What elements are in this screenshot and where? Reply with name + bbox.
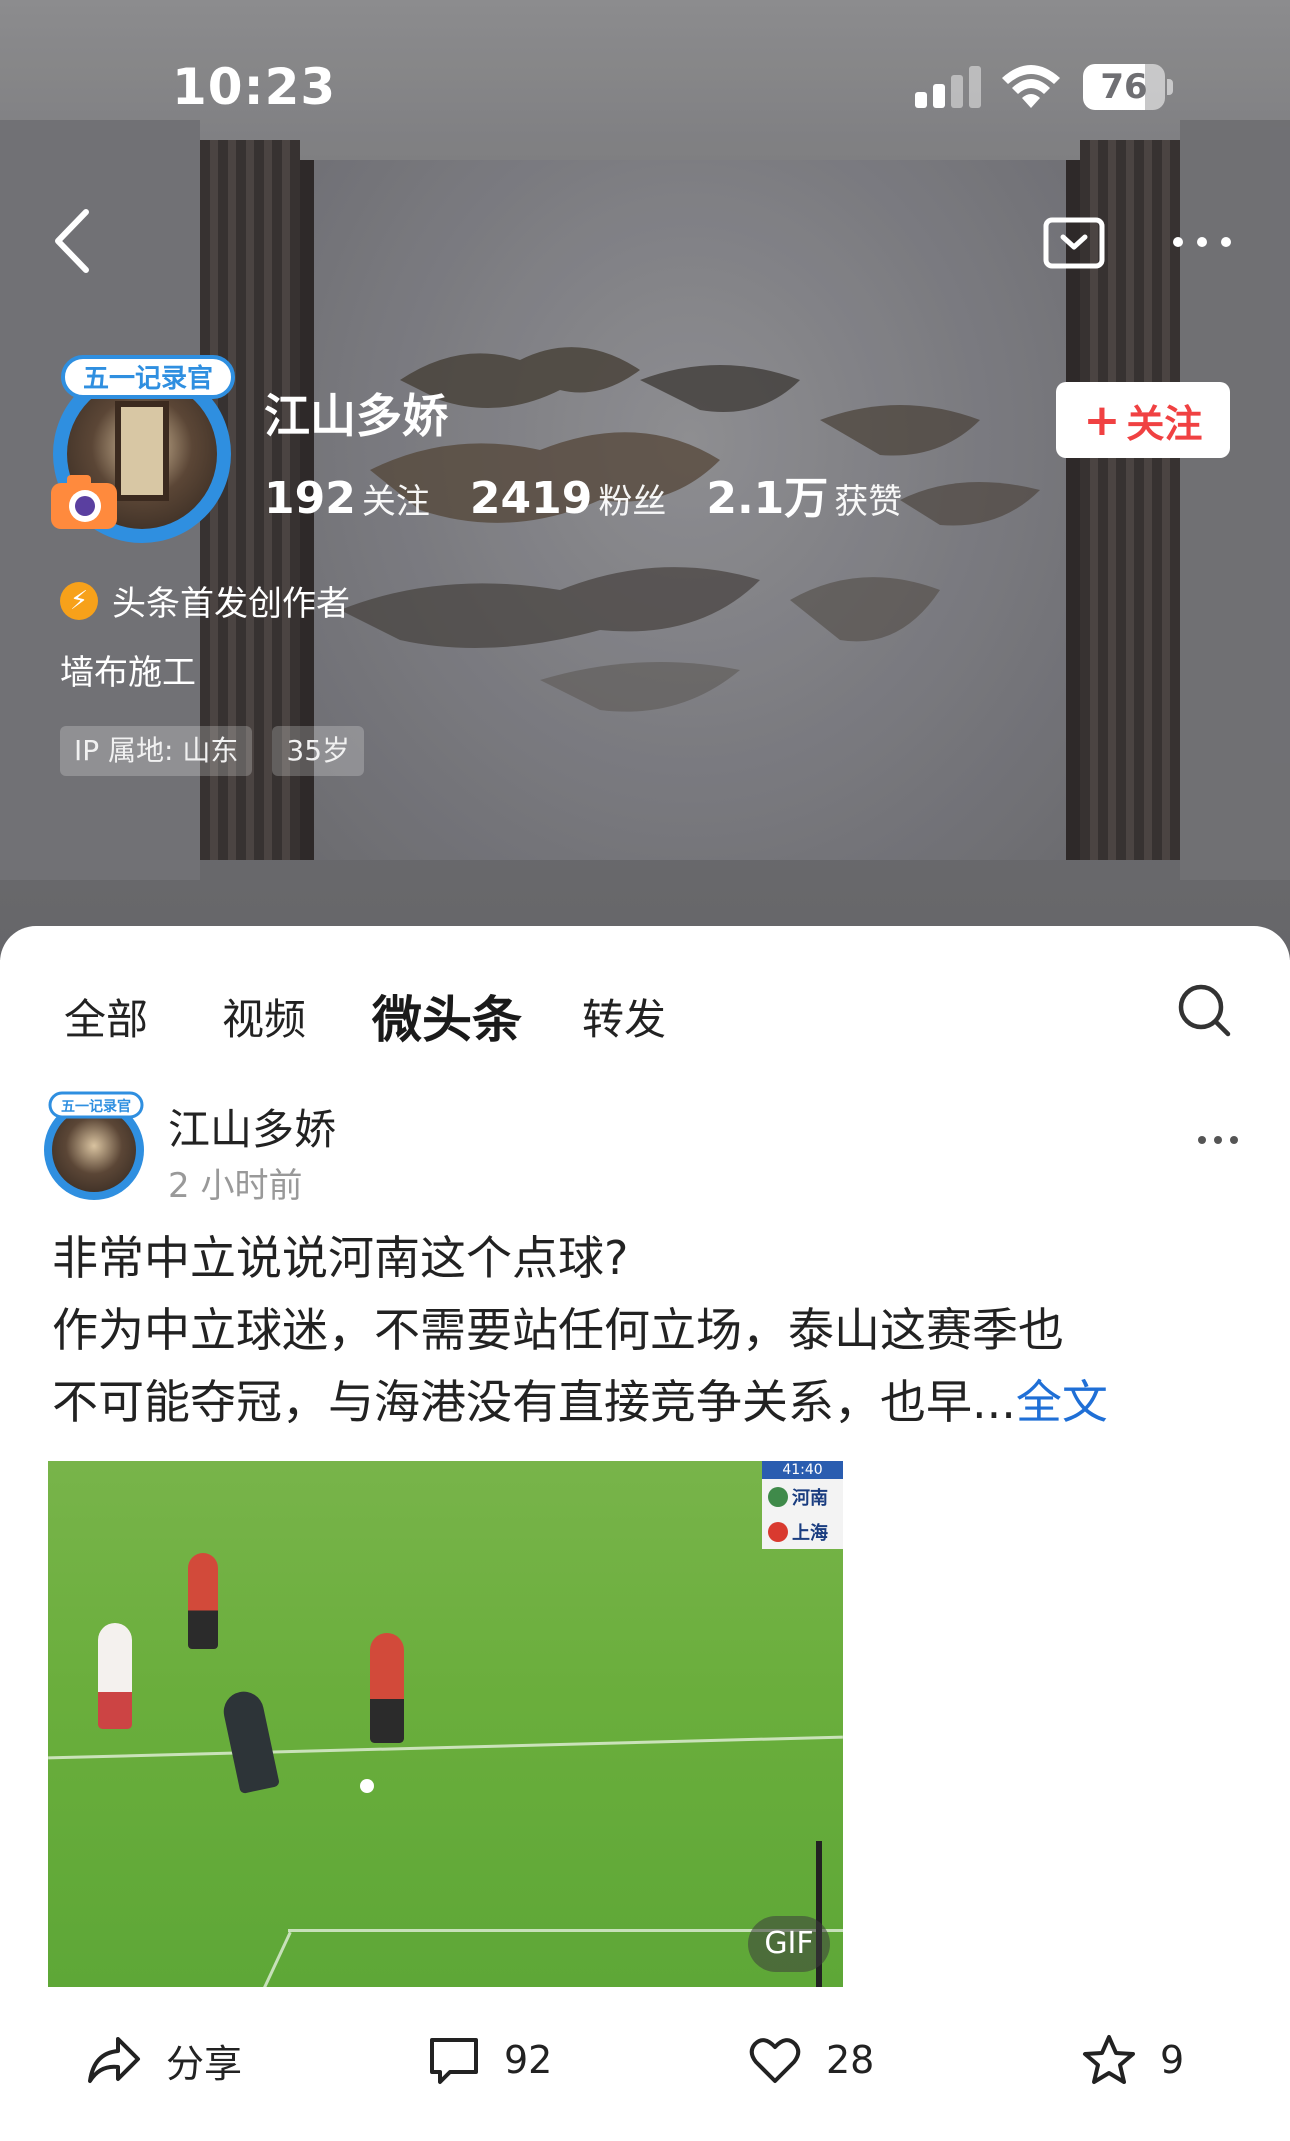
player-red [370,1633,404,1743]
camera-decoration-icon [51,475,117,529]
post-text-line: 非常中立说说河南这个点球? [52,1231,629,1285]
like-count: 28 [826,2038,875,2082]
back-button[interactable] [48,206,96,276]
share-icon [88,2037,140,2083]
profile-tags: IP 属地: 山东 35岁 [60,726,384,776]
post-author-avatar[interactable]: 五一记录官 [40,1090,152,1202]
likes-label: 获赞 [834,482,903,522]
share-button[interactable]: 分享 [86,2025,242,2095]
more-options-icon[interactable] [1170,226,1234,258]
status-time: 10:23 [172,58,337,116]
football [360,1779,374,1793]
scoreboard: 41:40 河南 上海 [762,1461,843,1549]
ip-location-tag: IP 属地: 山东 [60,726,253,776]
scoreboard-team-name: 河南 [792,1487,828,1509]
battery-body: 76 [1083,64,1165,110]
tab-video[interactable]: 视频 [222,986,306,1047]
message-inbox-icon[interactable] [1043,217,1105,269]
comment-count: 92 [504,2038,553,2082]
following-label[interactable]: 关注 [362,474,430,523]
battery-level: 76 [1100,67,1148,107]
player-red [188,1553,218,1649]
pitch-line [259,1931,292,1987]
profile-name: 江山多娇 [264,389,448,443]
follow-button-label: 关注 [1126,401,1203,446]
team-crest-icon [768,1486,788,1507]
post-text-line: 不可能夺冠，与海港没有直接竞争关系，也早... [52,1375,1016,1429]
full-text-link[interactable]: 全文 [1016,1375,1108,1429]
star-icon [1083,2035,1135,2084]
followers-label[interactable]: 粉丝 [598,474,666,523]
post-action-bar: 分享 92 28 9 [0,2025,1290,2095]
scoreboard-team-row: 上海 [762,1514,843,1549]
follow-button[interactable]: + 关注 [1056,382,1230,458]
followers-count[interactable]: 2419 [470,473,592,524]
post-avatar-image [52,1108,136,1192]
post-text-line: 作为中立球迷，不需要站任何立场，泰山这赛季也 [52,1303,1064,1357]
like-button[interactable]: 28 [748,2025,874,2095]
tab-micro-headline[interactable]: 微头条 [372,980,522,1052]
tab-all[interactable]: 全部 [64,986,148,1047]
plus-icon: + [1083,394,1121,446]
avatar-badge-text: 五一记录官 [83,363,213,394]
profile-avatar[interactable]: 五一记录官 [45,345,245,543]
post-author-name[interactable]: 江山多娇 [168,1096,336,1157]
search-icon[interactable] [1176,982,1232,1038]
tab-repost[interactable]: 转发 [582,986,666,1047]
battery-nub [1167,79,1173,95]
comment-button[interactable]: 92 [428,2025,552,2095]
team-crest-icon [768,1521,788,1542]
profile-bio: 墙布施工 [60,653,196,693]
lightning-icon: ⚡ [60,581,98,620]
goalkeeper [220,1687,280,1795]
heart-icon [749,2038,801,2083]
battery-indicator: 76 [1083,64,1173,110]
post-timestamp: 2 小时前 [168,1166,303,1206]
share-label: 分享 [166,2041,243,2086]
avatar-badge-may-day-recorder: 五一记录官 [61,355,235,399]
post-avatar-badge-text: 五一记录官 [61,1098,131,1115]
comment-icon [430,2038,478,2084]
favorite-button[interactable]: 9 [1082,2025,1184,2095]
cellular-signal-icon [915,66,981,108]
scoreboard-team-name: 上海 [792,1522,828,1544]
gif-badge: GIF [748,1916,830,1972]
post-text-line-last: 不可能夺冠，与海港没有直接竞争关系，也早...全文 [52,1366,1242,1438]
creator-label: 头条首发创作者 [112,584,350,624]
age-tag: 35岁 [272,726,365,776]
post-more-icon[interactable] [1196,1130,1240,1150]
profile-stats: 192 关注 2419 粉丝 2.1万 获赞 [264,462,942,524]
following-count[interactable]: 192 [264,473,356,524]
scoreboard-time: 41:40 [762,1461,843,1479]
creator-badge[interactable]: ⚡ 头条首发创作者 [60,576,350,625]
likes-count: 2.1万 [706,473,829,524]
post-avatar-badge: 五一记录官 [48,1091,144,1119]
wifi-icon [1002,65,1060,108]
post-body[interactable]: 非常中立说说河南这个点球? 作为中立球迷，不需要站任何立场，泰山这赛季也 不可能… [52,1222,1242,1438]
scoreboard-team-row: 河南 [762,1479,843,1514]
pitch-line [48,1735,843,1760]
favorite-count: 9 [1160,2038,1185,2082]
post-gif-image[interactable]: 41:40 河南 上海 [48,1461,843,1987]
content-tabs: 全部 视频 微头条 转发 [0,986,1290,1056]
player-white [98,1623,132,1729]
